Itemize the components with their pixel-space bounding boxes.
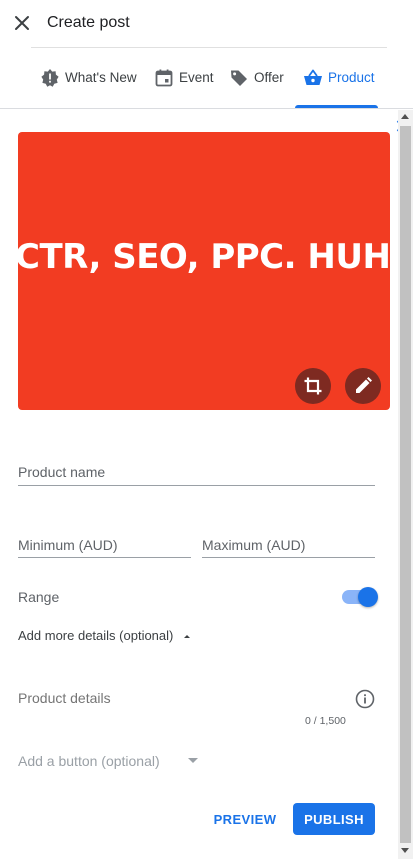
image-caption: CTR, SEO, PPC. HUH? bbox=[18, 237, 390, 277]
basket-icon bbox=[304, 69, 322, 85]
maximum-price-field[interactable] bbox=[202, 537, 375, 558]
range-label: Range bbox=[18, 589, 60, 605]
select-label: Add a button (optional) bbox=[18, 753, 160, 769]
page-title: Create post bbox=[47, 14, 130, 31]
minimum-price-field[interactable] bbox=[18, 537, 191, 558]
scroll-thumb[interactable] bbox=[400, 126, 411, 843]
add-button-select[interactable]: Add a button (optional) bbox=[18, 751, 198, 771]
tab-label: Product bbox=[328, 70, 375, 85]
preview-button[interactable]: PREVIEW bbox=[210, 803, 280, 835]
product-name-field[interactable] bbox=[18, 464, 375, 486]
info-icon[interactable] bbox=[355, 689, 375, 709]
crop-icon bbox=[304, 377, 322, 395]
scroll-down-arrow[interactable] bbox=[401, 848, 409, 853]
dropdown-arrow-icon bbox=[188, 758, 198, 763]
post-form: CTR, SEO, PPC. HUH? Range Add more detai… bbox=[0, 110, 398, 859]
tag-icon bbox=[231, 70, 247, 86]
active-tab-indicator bbox=[295, 105, 378, 108]
toggle-knob bbox=[358, 587, 378, 607]
tab-product[interactable]: Product bbox=[303, 47, 375, 108]
close-icon[interactable] bbox=[10, 11, 34, 35]
tab-whats-new[interactable]: What's New bbox=[40, 47, 137, 108]
scroll-up-arrow[interactable] bbox=[401, 114, 409, 119]
tab-event[interactable]: Event bbox=[154, 47, 214, 108]
top-bar: Create post bbox=[0, 0, 413, 46]
product-name-input[interactable] bbox=[18, 464, 375, 480]
tab-label: What's New bbox=[65, 70, 137, 85]
calendar-icon bbox=[155, 69, 173, 86]
range-toggle[interactable] bbox=[342, 587, 378, 607]
tab-offer[interactable]: Offer bbox=[229, 47, 284, 108]
minimum-price-input[interactable] bbox=[18, 537, 191, 553]
add-more-details-toggle[interactable]: Add more details (optional) bbox=[18, 628, 192, 643]
scrollbar[interactable] bbox=[398, 110, 413, 859]
maximum-price-input[interactable] bbox=[202, 537, 375, 553]
more-details-label: Add more details (optional) bbox=[18, 628, 174, 643]
publish-button[interactable]: PUBLISH bbox=[293, 803, 375, 835]
character-counter: 0 / 1,500 bbox=[305, 715, 346, 727]
post-image[interactable]: CTR, SEO, PPC. HUH? bbox=[18, 132, 390, 410]
chevron-up-icon bbox=[184, 634, 191, 638]
product-details-input[interactable] bbox=[18, 690, 338, 706]
whats-new-icon bbox=[41, 68, 59, 87]
post-type-tabs: What's New Event Offer Product bbox=[0, 47, 413, 132]
edit-image-button[interactable] bbox=[345, 368, 381, 404]
tab-label: Event bbox=[179, 70, 214, 85]
product-details-field[interactable] bbox=[18, 690, 338, 710]
tab-label: Offer bbox=[254, 70, 284, 85]
pencil-icon bbox=[356, 377, 372, 393]
crop-button[interactable] bbox=[295, 368, 331, 404]
